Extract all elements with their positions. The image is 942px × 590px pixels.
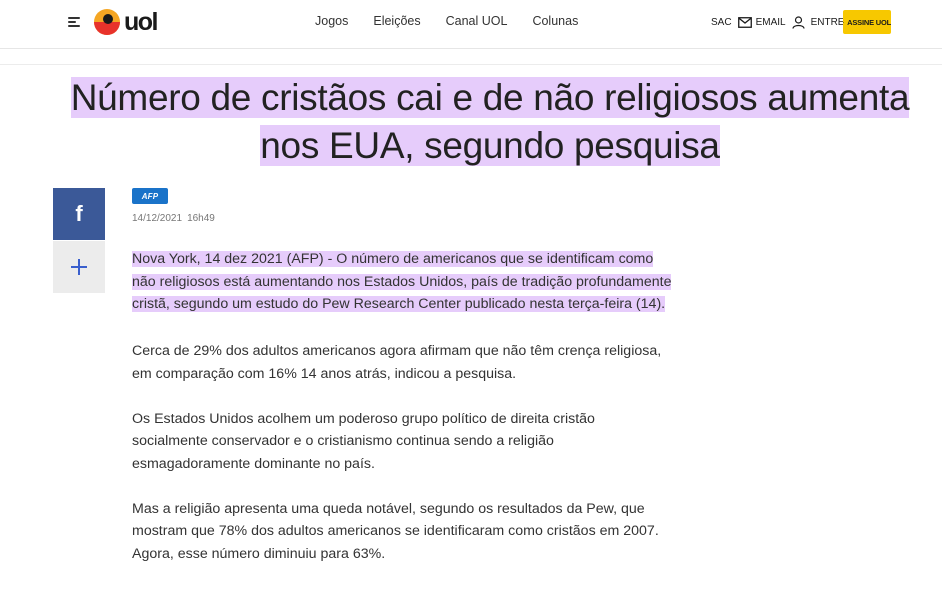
- facebook-icon: f: [75, 201, 83, 226]
- user-icon[interactable]: [791, 15, 805, 29]
- article-lead-text: Nova York, 14 dez 2021 (AFP) - O número …: [132, 251, 672, 313]
- header-tools: SAC EMAIL ENTRE: [711, 10, 844, 34]
- nav-item-eleicoes[interactable]: Eleições: [363, 14, 430, 28]
- publish-date-day: 14/12/2021: [132, 213, 183, 224]
- nav-item-canal-uol[interactable]: Canal UOL: [436, 14, 518, 28]
- section-divider: [0, 64, 942, 65]
- main-nav: Jogos Eleições Canal UOL Colunas: [305, 14, 593, 28]
- publish-date: 14/12/2021 16h49: [132, 213, 215, 224]
- nav-item-colunas[interactable]: Colunas: [522, 14, 588, 28]
- afp-logo: AFP: [132, 188, 168, 204]
- article-paragraph: Nova York, 14 dez 2021 (AFP) - O número …: [132, 248, 672, 316]
- hamburger-menu-icon[interactable]: [66, 14, 82, 30]
- more-share-button[interactable]: [53, 241, 105, 293]
- logo-wordmark: uol: [124, 7, 159, 36]
- crown-icon: [843, 21, 845, 23]
- envelope-icon[interactable]: [737, 16, 752, 28]
- subscribe-label: ASSINE UOL: [847, 17, 891, 27]
- article-paragraph: Mas a religião apresenta uma queda notáv…: [132, 500, 659, 563]
- header-divider: [0, 48, 942, 49]
- article-body: Nova York, 14 dez 2021 (AFP) - O número …: [132, 248, 672, 588]
- nav-item-jogos[interactable]: Jogos: [305, 14, 358, 28]
- subscribe-button[interactable]: ASSINE UOL: [843, 10, 891, 34]
- uol-sun-icon: [94, 9, 120, 35]
- email-link[interactable]: EMAIL: [756, 17, 786, 28]
- article-paragraph: Os Estados Unidos acolhem um poderoso gr…: [132, 410, 595, 472]
- article-paragraph: Cerca de 29% dos adultos americanos agor…: [132, 343, 662, 382]
- article-title: Número de cristãos cai e de não religios…: [40, 74, 940, 170]
- sac-link[interactable]: SAC: [711, 17, 732, 28]
- facebook-share-button[interactable]: f: [53, 188, 105, 240]
- plus-icon: [71, 259, 87, 275]
- uol-logo[interactable]: uol: [92, 6, 159, 38]
- login-link[interactable]: ENTRE: [811, 17, 845, 28]
- article-title-line1: Número de cristãos cai e de não religios…: [70, 77, 910, 118]
- top-header: uol Jogos Eleições Canal UOL Colunas SAC…: [0, 0, 942, 48]
- publish-date-time: 16h49: [187, 213, 215, 224]
- article-title-line2: nos EUA, segundo pesquisa: [260, 125, 720, 166]
- afp-logo-text: AFP: [141, 191, 159, 201]
